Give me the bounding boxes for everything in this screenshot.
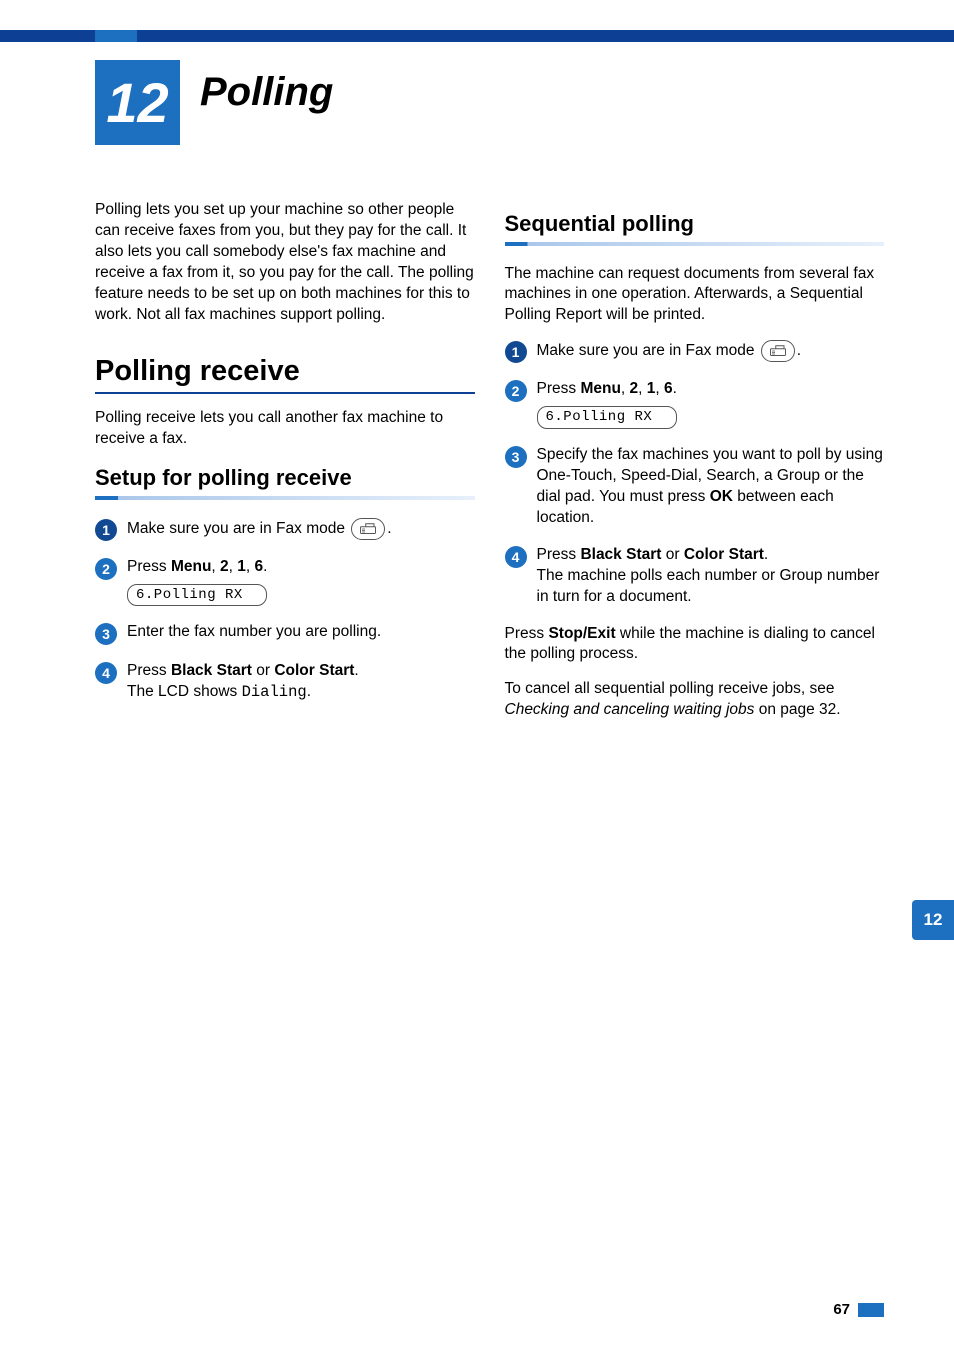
subsection-rule: [95, 496, 475, 500]
t: .: [673, 380, 677, 397]
xref-checking-canceling: Checking and canceling waiting jobs: [505, 701, 755, 718]
t: .: [797, 342, 801, 359]
step-badge-4: 4: [95, 662, 117, 684]
step-4r: 4 Press Black Start or Color Start. The …: [505, 545, 885, 608]
subsection-sequential-polling: Sequential polling: [505, 210, 885, 238]
key-6: 6: [664, 380, 673, 397]
menu-label: Menu: [171, 558, 211, 575]
t: The LCD shows: [127, 683, 242, 700]
lcd-text-dialing: Dialing: [242, 683, 307, 701]
step-1r: 1 Make sure you are in Fax mode .: [505, 340, 885, 363]
t: Make sure you are in Fax mode: [537, 342, 759, 359]
content-columns: Polling lets you set up your machine so …: [95, 200, 884, 735]
step-3r-body: Specify the fax machines you want to pol…: [537, 445, 885, 529]
t: .: [263, 558, 267, 575]
header-bar: [0, 30, 954, 42]
step-1-body: Make sure you are in Fax mode .: [127, 518, 475, 540]
section-title-polling-receive: Polling receive: [95, 354, 475, 395]
t: To cancel all sequential polling receive…: [505, 680, 835, 697]
page: 12 Polling Polling lets you set up your …: [0, 0, 954, 1348]
step-badge-2: 2: [505, 380, 527, 402]
step-1: 1 Make sure you are in Fax mode .: [95, 518, 475, 541]
menu-label: Menu: [580, 380, 620, 397]
t: Press: [127, 662, 171, 679]
step-4r-body: Press Black Start or Color Start. The ma…: [537, 545, 885, 608]
step-4-body: Press Black Start or Color Start. The LC…: [127, 661, 475, 703]
page-number: 67: [833, 1301, 850, 1318]
step-2-body: Press Menu, 2, 1, 6. 6.Polling RX: [127, 557, 475, 607]
step-badge-3: 3: [95, 623, 117, 645]
t: Press: [127, 558, 171, 575]
t: ,: [211, 558, 220, 575]
lcd-display: 6.Polling RX: [537, 406, 677, 429]
fax-icon: [761, 340, 795, 362]
step-badge-3: 3: [505, 446, 527, 468]
left-column: Polling lets you set up your machine so …: [95, 200, 475, 735]
key-6: 6: [255, 558, 264, 575]
t: ,: [655, 380, 664, 397]
chapter-title: Polling: [200, 70, 333, 115]
key-2: 2: [630, 380, 639, 397]
t: ,: [638, 380, 647, 397]
t: Press: [537, 546, 581, 563]
t: or: [661, 546, 683, 563]
t: on page 32.: [754, 701, 840, 718]
step-badge-1: 1: [95, 519, 117, 541]
step-3-body: Enter the fax number you are polling.: [127, 622, 475, 643]
t: .: [764, 546, 768, 563]
intro-paragraph: Polling lets you set up your machine so …: [95, 200, 475, 326]
step-2r: 2 Press Menu, 2, 1, 6. 6.Polling RX: [505, 379, 885, 429]
chapter-number: 12: [106, 75, 168, 131]
subsection-rule: [505, 242, 885, 246]
t: .: [354, 662, 358, 679]
step-3r: 3 Specify the fax machines you want to p…: [505, 445, 885, 529]
t: ,: [246, 558, 255, 575]
color-start-label: Color Start: [274, 662, 354, 679]
side-tab-chapter: 12: [912, 900, 954, 940]
step-4: 4 Press Black Start or Color Start. The …: [95, 661, 475, 703]
stop-exit-paragraph: Press Stop/Exit while the machine is dia…: [505, 624, 885, 666]
black-start-label: Black Start: [171, 662, 252, 679]
key-2: 2: [220, 558, 229, 575]
lcd-display: 6.Polling RX: [127, 584, 267, 607]
step-2: 2 Press Menu, 2, 1, 6. 6.Polling RX: [95, 557, 475, 607]
side-tab-number: 12: [924, 910, 943, 930]
section-desc: Polling receive lets you call another fa…: [95, 408, 475, 450]
subsection-setup-polling: Setup for polling receive: [95, 464, 475, 492]
t: ,: [229, 558, 238, 575]
step-1-text-a: Make sure you are in Fax mode: [127, 520, 349, 537]
black-start-label: Black Start: [580, 546, 661, 563]
cancel-jobs-paragraph: To cancel all sequential polling receive…: [505, 679, 885, 721]
header-bar-accent: [95, 30, 137, 42]
sequential-desc: The machine can request documents from s…: [505, 264, 885, 327]
t: The machine polls each number or Group n…: [537, 567, 880, 605]
color-start-label: Color Start: [684, 546, 764, 563]
t: or: [252, 662, 274, 679]
stop-exit-label: Stop/Exit: [548, 625, 615, 642]
t: .: [307, 683, 311, 700]
step-2r-body: Press Menu, 2, 1, 6. 6.Polling RX: [537, 379, 885, 429]
fax-icon: [351, 518, 385, 540]
t: Press: [537, 380, 581, 397]
step-1-text-b: .: [387, 520, 391, 537]
step-badge-1: 1: [505, 341, 527, 363]
footer: 67: [833, 1301, 884, 1318]
key-1: 1: [237, 558, 246, 575]
ok-label: OK: [710, 488, 733, 505]
step-1r-body: Make sure you are in Fax mode .: [537, 340, 885, 362]
step-badge-4: 4: [505, 546, 527, 568]
t: Press: [505, 625, 549, 642]
step-3: 3 Enter the fax number you are polling.: [95, 622, 475, 645]
footer-accent: [858, 1303, 884, 1317]
chapter-number-block: 12: [95, 60, 180, 145]
step-badge-2: 2: [95, 558, 117, 580]
right-column: Sequential polling The machine can reque…: [505, 200, 885, 735]
t: ,: [621, 380, 630, 397]
